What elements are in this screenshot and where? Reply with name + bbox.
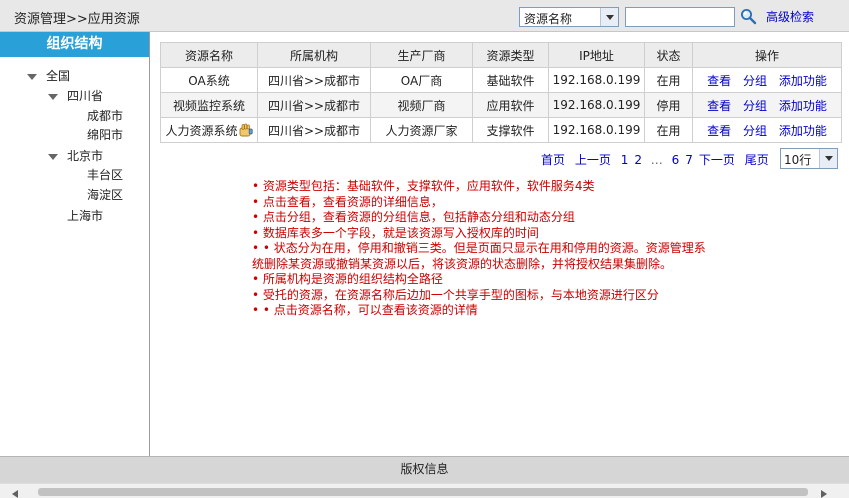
note-line: • • 点击资源名称，可以查看该资源的详情 (252, 303, 478, 317)
note-line: • 数据库表多一个字段，就是该资源写入授权库的时间 (252, 225, 539, 240)
tree-expand-icon[interactable] (48, 154, 58, 160)
resource-org: 四川省>>成都市 (257, 92, 371, 118)
search-field-select[interactable]: 资源名称 (519, 7, 619, 27)
action-cell: 查看 分组 添加功能 (692, 117, 842, 143)
view-link[interactable]: 查看 (707, 99, 731, 113)
next-page-link[interactable]: 下一页 (699, 153, 735, 167)
group-link[interactable]: 分组 (743, 124, 767, 138)
view-link[interactable]: 查看 (707, 124, 731, 138)
scroll-right-icon[interactable] (821, 490, 827, 498)
view-link[interactable]: 查看 (707, 74, 731, 88)
search-input[interactable] (625, 7, 735, 27)
tree-node-quanguo[interactable]: 全国 (46, 67, 70, 84)
resource-status: 停用 (644, 92, 693, 118)
note-line: • 点击查看，查看资源的详细信息， (252, 194, 443, 209)
page-link-2[interactable]: 2 (634, 153, 642, 167)
resource-type: 基础软件 (472, 67, 549, 93)
chevron-down-icon[interactable] (600, 8, 618, 26)
add-function-link[interactable]: 添加功能 (779, 124, 827, 138)
notes-block: • 资源类型包括：基础软件，支撑软件，应用软件，软件服务4类 • 点击查看，查看… (252, 179, 742, 319)
tree-node-haidian[interactable]: 海淀区 (87, 186, 123, 203)
chevron-down-icon[interactable] (819, 149, 837, 168)
note-line: • • 状态分为在用，停用和撤销三类。但是页面只显示在用和停用的资源。资源管理系 (252, 241, 706, 255)
note-line: • 所属机构是资源的组织结构全路径 (252, 272, 443, 286)
tree-expand-icon[interactable] (48, 94, 58, 100)
copyright-text: 版权信息 (400, 462, 449, 476)
note-line: 统删除某资源或撤销某资源以后，将该资源的状态删除，并将授权结果集删除。 (252, 256, 673, 271)
action-cell: 查看 分组 添加功能 (692, 67, 842, 93)
resource-ip: 192.168.0.199 (548, 117, 645, 143)
resource-vendor: 视频厂商 (370, 92, 473, 118)
group-link[interactable]: 分组 (743, 74, 767, 88)
group-link[interactable]: 分组 (743, 99, 767, 113)
pagination: 首页 上一页 12 … 6 7 下一页 尾页 (538, 151, 772, 168)
scroll-left-icon[interactable] (12, 490, 18, 498)
resource-ip: 192.168.0.199 (548, 67, 645, 93)
tree-node-beijing[interactable]: 北京市 (67, 147, 103, 164)
table-header-row: 资源名称 所属机构 生产厂商 资源类型 IP地址 状态 操作 (160, 42, 842, 68)
prev-page-link[interactable]: 上一页 (575, 153, 611, 167)
resource-name-cell[interactable]: 人力资源系统 (160, 117, 258, 143)
first-page-link[interactable]: 首页 (541, 153, 565, 167)
column-header-status: 状态 (644, 42, 693, 68)
page-size-select[interactable]: 10行 (780, 148, 838, 169)
resource-org: 四川省>>成都市 (257, 117, 371, 143)
column-header-ip: IP地址 (548, 42, 645, 68)
add-function-link[interactable]: 添加功能 (779, 99, 827, 113)
page-link-6[interactable]: 6 (672, 153, 680, 167)
resource-type: 应用软件 (472, 92, 549, 118)
table-row: 人力资源系统 四川省>>成都市 人力资源厂家 支撑软件 192.168.0.19… (160, 117, 842, 143)
sidebar: 组织结构 全国 四川省 成都市 绵阳市 北京市 丰台区 海淀区 上海市 (0, 32, 150, 456)
footer: 版权信息 (0, 456, 849, 483)
column-header-org: 所属机构 (257, 42, 371, 68)
resource-status: 在用 (644, 117, 693, 143)
scrollbar-thumb[interactable] (38, 488, 808, 496)
top-bar: 资源管理>>应用资源 资源名称 高级检索 (0, 0, 849, 32)
last-page-link[interactable]: 尾页 (745, 153, 769, 167)
resource-name-link[interactable]: OA系统 (160, 67, 258, 93)
breadcrumb: 资源管理>>应用资源 (14, 12, 140, 27)
resource-table: 资源名称 所属机构 生产厂商 资源类型 IP地址 状态 操作 OA系统 四川省>… (160, 42, 842, 143)
add-function-link[interactable]: 添加功能 (779, 74, 827, 88)
search-icon[interactable] (740, 8, 757, 25)
tree-node-sichuan[interactable]: 四川省 (67, 87, 103, 104)
page-link-1[interactable]: 1 (621, 153, 629, 167)
tree-node-chengdu[interactable]: 成都市 (87, 107, 123, 124)
resource-type: 支撑软件 (472, 117, 549, 143)
resource-vendor: 人力资源厂家 (370, 117, 473, 143)
resource-vendor: OA厂商 (370, 67, 473, 93)
page-size-value: 10行 (784, 153, 812, 167)
tree-expand-icon[interactable] (27, 74, 37, 80)
column-header-actions: 操作 (692, 42, 842, 68)
note-line: • 点击分组，查看资源的分组信息，包括静态分组和动态分组 (252, 210, 575, 224)
advanced-search-link[interactable]: 高级检索 (766, 8, 814, 25)
tree-node-fengtai[interactable]: 丰台区 (87, 166, 123, 183)
action-cell: 查看 分组 添加功能 (692, 92, 842, 118)
resource-status: 在用 (644, 67, 693, 93)
table-row: 视频监控系统 四川省>>成都市 视频厂商 应用软件 192.168.0.199 … (160, 92, 842, 118)
search-field-value: 资源名称 (524, 12, 573, 26)
page-link-7[interactable]: 7 (685, 153, 693, 167)
main-content: 资源名称 所属机构 生产厂商 资源类型 IP地址 状态 操作 OA系统 四川省>… (150, 32, 849, 456)
note-line: • 资源类型包括：基础软件，支撑软件，应用软件，软件服务4类 (252, 179, 595, 193)
sidebar-title: 组织结构 (0, 32, 149, 57)
note-line: • 受托的资源，在资源名称后边加一个共享手型的图标，与本地资源进行区分 (252, 287, 659, 302)
column-header-type: 资源类型 (472, 42, 549, 68)
resource-ip: 192.168.0.199 (548, 92, 645, 118)
resource-name-link[interactable]: 人力资源系统 (165, 124, 237, 138)
column-header-name: 资源名称 (160, 42, 258, 68)
pagination-ellipsis: … (650, 153, 663, 167)
table-row: OA系统 四川省>>成都市 OA厂商 基础软件 192.168.0.199 在用… (160, 67, 842, 93)
column-header-vendor: 生产厂商 (370, 42, 473, 68)
shared-hand-icon (239, 123, 253, 136)
resource-name-link[interactable]: 视频监控系统 (160, 92, 258, 118)
tree-node-shanghai[interactable]: 上海市 (67, 207, 103, 224)
resource-org: 四川省>>成都市 (257, 67, 371, 93)
horizontal-scrollbar[interactable] (0, 483, 849, 498)
tree-node-mianyang[interactable]: 绵阳市 (87, 126, 123, 143)
